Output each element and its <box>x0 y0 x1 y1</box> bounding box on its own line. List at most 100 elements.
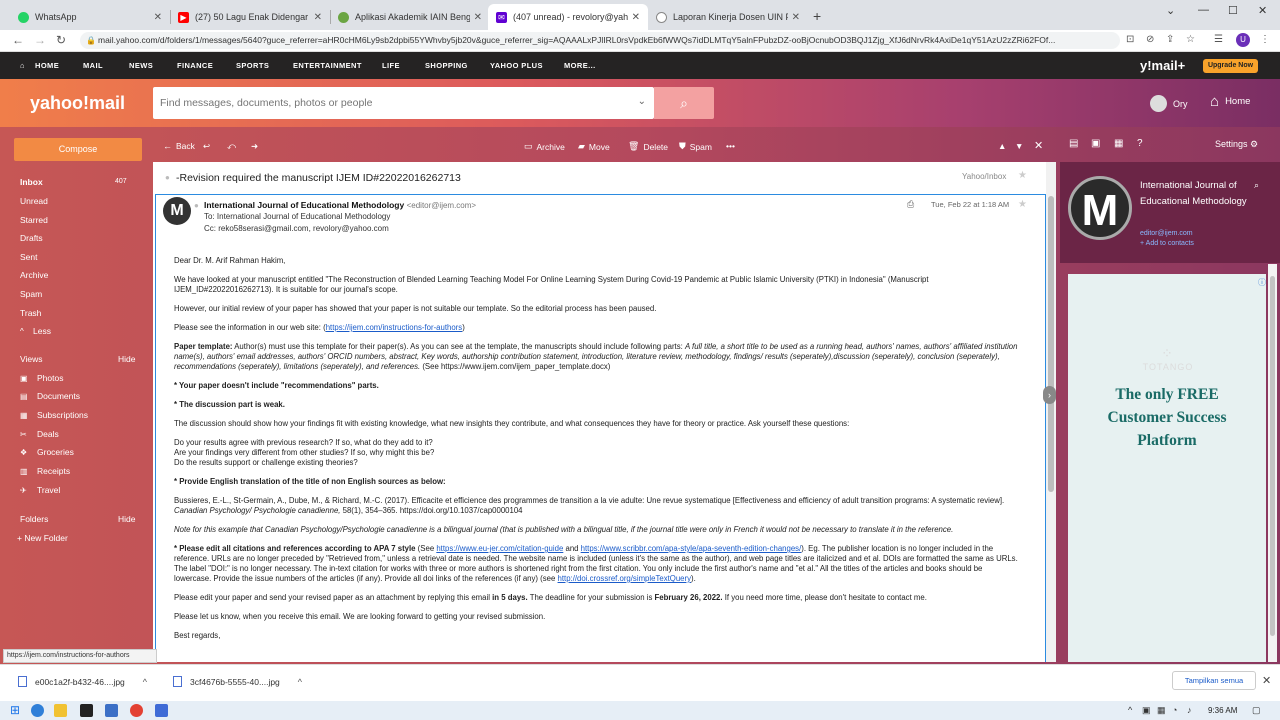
contact-email[interactable]: editor@ijem.com <box>1140 230 1193 237</box>
close-window-icon[interactable]: ✕ <box>1258 4 1267 17</box>
edge-icon[interactable] <box>31 704 44 717</box>
chevron-down-icon[interactable]: ⌄ <box>638 96 646 107</box>
eye-off-icon[interactable]: ⊘ <box>1146 34 1154 45</box>
link-crossref[interactable]: http://doi.crossref.org/simpleTextQuery <box>558 574 691 583</box>
reply-all-button[interactable]: ⤺ <box>227 141 236 152</box>
back-button[interactable]: ← Back <box>163 141 195 151</box>
sidebar-item-sent[interactable]: Sent <box>20 252 38 262</box>
sidebar-item-less[interactable]: ^ Less <box>20 326 51 336</box>
side-scroll-thumb[interactable] <box>1270 276 1275 636</box>
user-menu[interactable]: Ory <box>1150 95 1188 112</box>
new-tab-button[interactable]: + <box>813 8 821 24</box>
close-message-button[interactable]: ✕ <box>1034 139 1043 152</box>
sidebar-item-travel[interactable]: ✈ Travel <box>20 485 60 495</box>
nav-mail[interactable]: MAIL <box>83 61 103 70</box>
sidebar-item-inbox[interactable]: Inbox <box>20 177 43 187</box>
folders-hide-button[interactable]: Hide <box>118 514 135 524</box>
link-instructions[interactable]: https://ijem.com/instructions-for-author… <box>326 323 463 332</box>
translate-icon[interactable]: ⊡ <box>1126 34 1134 45</box>
sidebar-item-deals[interactable]: ✂ Deals <box>20 429 59 439</box>
new-folder-button[interactable]: + New Folder <box>17 533 68 543</box>
nav-more[interactable]: MORE... <box>564 61 596 70</box>
url-field[interactable]: 🔒 mail.yahoo.com/d/folders/1/messages/56… <box>80 32 1120 49</box>
notification-icon[interactable]: ▢ <box>1252 705 1261 716</box>
sidebar-item-documents[interactable]: ▤ Documents <box>20 391 80 401</box>
sidebar-item-spam[interactable]: Spam <box>20 289 42 299</box>
network-icon[interactable]: ◔ <box>1172 705 1177 715</box>
nav-shopping[interactable]: SHOPPING <box>425 61 468 70</box>
reading-list-icon[interactable]: ☰ <box>1214 34 1223 45</box>
profile-avatar[interactable]: U <box>1236 33 1250 47</box>
next-message-button[interactable]: ▼ <box>1015 141 1023 151</box>
message-scroll-thumb[interactable] <box>1048 196 1054 492</box>
sidebar-item-starred[interactable]: Starred <box>20 215 48 225</box>
upgrade-now-button[interactable]: Upgrade Now <box>1203 59 1258 73</box>
print-icon[interactable]: ⎙ <box>907 199 914 210</box>
yahoo-mail-logo[interactable]: yahoo!mail <box>30 93 125 114</box>
views-hide-button[interactable]: Hide <box>118 354 135 364</box>
message-folder[interactable]: Yahoo/Inbox <box>962 172 1006 181</box>
search-button[interactable]: ⌕ <box>654 87 714 119</box>
reload-icon[interactable]: ↻ <box>56 33 66 47</box>
nav-entertainment[interactable]: ENTERTAINMENT <box>293 61 362 70</box>
sidebar-item-photos[interactable]: ▣ Photos <box>20 373 63 383</box>
settings-button[interactable]: Settings ⚙ <box>1215 139 1258 150</box>
minimize-icon[interactable]: — <box>1198 4 1209 16</box>
chevron-up-icon[interactable]: ^ <box>298 677 302 687</box>
sidebar-item-receipts[interactable]: ▥ Receipts <box>20 466 70 476</box>
move-button[interactable]: ▰ Move <box>578 141 610 152</box>
close-icon[interactable]: ✕ <box>1262 674 1271 687</box>
volume-icon[interactable]: ♪ <box>1187 705 1192 715</box>
close-icon[interactable]: ✕ <box>632 12 640 23</box>
app-icon[interactable] <box>80 704 93 717</box>
tab-akademik[interactable]: Aplikasi Akademik IAIN Bengkulu ✕ <box>330 4 490 30</box>
calendar-icon[interactable]: ▣ <box>1091 138 1100 149</box>
star-icon[interactable]: ★ <box>1018 170 1027 181</box>
reply-button[interactable]: ↩ <box>203 141 210 152</box>
sidebar-item-unread[interactable]: Unread <box>20 196 48 206</box>
info-icon[interactable]: ⓘ <box>1258 277 1266 288</box>
forward-button[interactable]: ➜ <box>251 141 258 152</box>
clock[interactable]: 9:36 AM <box>1208 706 1237 715</box>
nav-life[interactable]: LIFE <box>382 61 400 70</box>
show-all-downloads-button[interactable]: Tampilkan semua <box>1172 671 1256 690</box>
menu-icon[interactable]: ⋮ <box>1260 34 1270 45</box>
sidebar-item-subscriptions[interactable]: ▦ Subscriptions <box>20 410 88 420</box>
chevron-up-icon[interactable]: ^ <box>143 677 147 687</box>
tray-chevron-icon[interactable]: ^ <box>1128 705 1132 715</box>
search-icon[interactable]: ⌕ <box>1254 180 1259 191</box>
sidebar-item-archive[interactable]: Archive <box>20 270 48 280</box>
tray-icon[interactable]: ▣ <box>1142 705 1151 716</box>
bookmark-star-icon[interactable]: ☆ <box>1186 34 1195 45</box>
delete-button[interactable]: 🗑 Delete <box>628 141 668 152</box>
link-scribbr[interactable]: https://www.scribbr.com/apa-style/apa-se… <box>581 544 802 553</box>
nav-yahoo-plus[interactable]: YAHOO PLUS <box>490 61 543 70</box>
spam-button[interactable]: ⛊ Spam <box>679 141 712 152</box>
download-item-1[interactable]: e00c1a2f-b432-46....jpg ^ <box>18 676 147 687</box>
close-icon[interactable]: ✕ <box>154 12 162 23</box>
nav-news[interactable]: NEWS <box>129 61 153 70</box>
previous-message-button[interactable]: ▲ <box>998 141 1006 151</box>
tab-laporan[interactable]: Laporan Kinerja Dosen UIN Fatm ✕ <box>648 4 808 30</box>
sidebar-item-drafts[interactable]: Drafts <box>20 233 43 243</box>
forward-arrow-icon[interactable]: → <box>34 33 46 47</box>
nav-finance[interactable]: FINANCE <box>177 61 213 70</box>
more-options-button[interactable]: ••• <box>726 141 735 151</box>
archive-button[interactable]: ▭ Archive <box>524 141 565 152</box>
notepad-icon[interactable]: ▦ <box>1114 138 1123 149</box>
download-item-2[interactable]: 3cf4676b-5555-40....jpg ^ <box>173 676 302 687</box>
chrome-icon[interactable] <box>130 704 143 717</box>
sidebar-item-trash[interactable]: Trash <box>20 308 41 318</box>
close-icon[interactable]: ✕ <box>314 12 322 23</box>
maximize-icon[interactable]: ☐ <box>1228 4 1238 17</box>
ad-banner[interactable] <box>1068 274 1266 662</box>
compose-button[interactable]: Compose <box>14 138 142 161</box>
close-icon[interactable]: ✕ <box>792 12 800 23</box>
star-icon[interactable]: ★ <box>1018 199 1027 210</box>
tab-search-icon[interactable]: ⌄ <box>1166 4 1175 17</box>
tab-youtube[interactable]: ▶ (27) 50 Lagu Enak Didengar Untuk ✕ <box>170 4 330 30</box>
contacts-icon[interactable]: ▤ <box>1069 138 1078 149</box>
add-to-contacts-link[interactable]: + Add to contacts <box>1140 240 1194 247</box>
help-icon[interactable]: ? <box>1137 138 1143 149</box>
tab-yahoo-mail[interactable]: ✉ (407 unread) - revolory@yahoo.c ✕ <box>488 4 648 30</box>
